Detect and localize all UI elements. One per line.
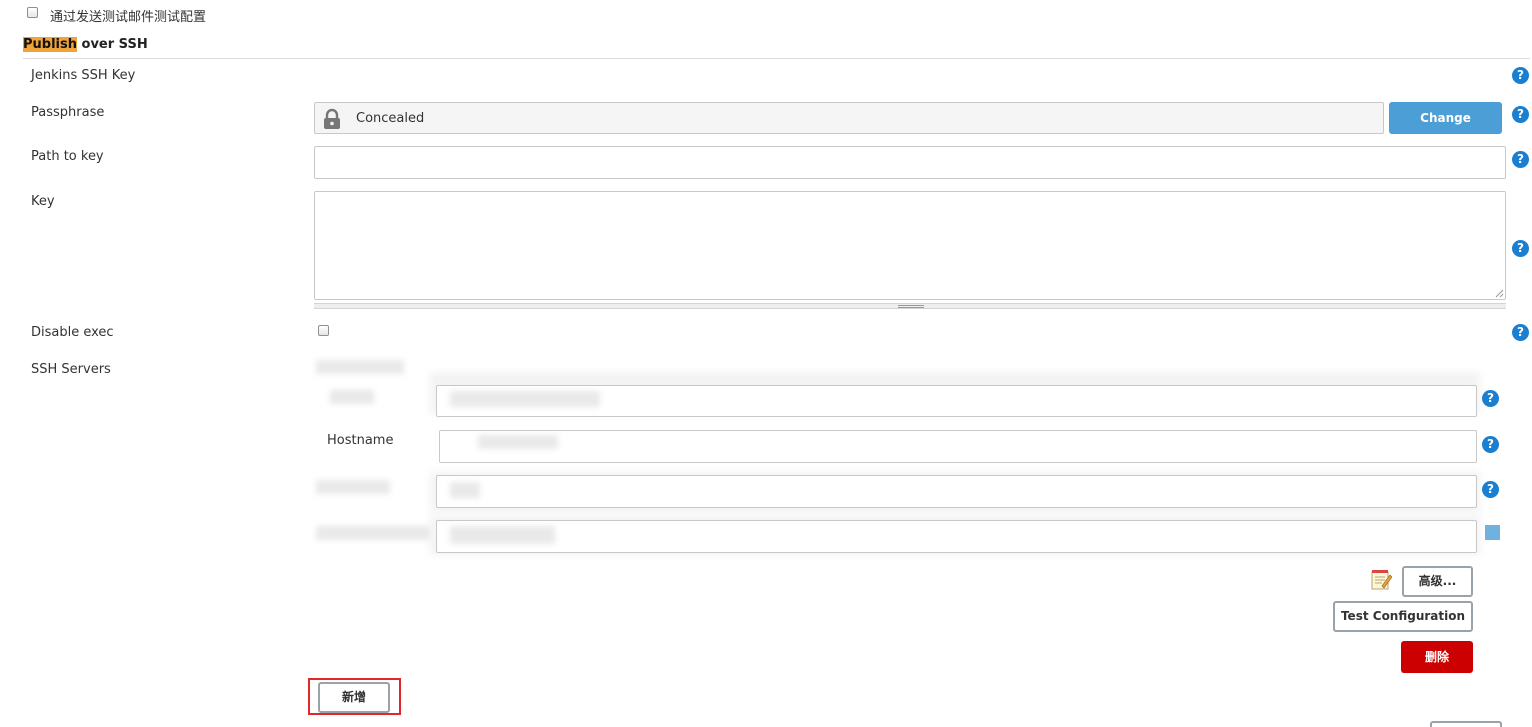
section-title: Publish over SSH (23, 37, 148, 52)
help-icon[interactable]: ? (1482, 390, 1499, 407)
redacted-text (450, 482, 480, 498)
ssh-servers-label: SSH Servers (31, 362, 111, 377)
path-to-key-label: Path to key (31, 149, 104, 164)
add-button[interactable]: 新增 (318, 682, 390, 713)
textarea-resize-handle[interactable] (314, 303, 1506, 309)
partial-button[interactable] (1430, 721, 1502, 727)
help-icon[interactable]: ? (1512, 240, 1529, 257)
redacted-text (330, 390, 374, 404)
redacted-text (316, 480, 390, 494)
disable-exec-label: Disable exec (31, 325, 114, 340)
change-password-button[interactable]: Change Password (1389, 102, 1502, 157)
delete-button[interactable]: 删除 (1401, 641, 1473, 673)
section-divider (23, 58, 1530, 59)
send-test-email-label: 通过发送测试邮件测试配置 (50, 10, 207, 25)
resize-corner-icon[interactable] (1495, 289, 1504, 298)
help-icon[interactable]: ? (1512, 106, 1529, 123)
redacted-text (478, 435, 558, 449)
jenkins-ssh-key-label: Jenkins SSH Key (31, 68, 136, 83)
redacted-text (316, 360, 404, 374)
lock-icon (324, 108, 340, 129)
help-icon[interactable]: ? (1482, 436, 1499, 453)
hostname-input[interactable] (439, 430, 1477, 463)
username-input[interactable] (436, 475, 1477, 508)
help-icon[interactable]: ? (1482, 481, 1499, 498)
help-icon[interactable]: ? (1512, 324, 1529, 341)
section-title-highlight: Publish (23, 37, 77, 52)
send-test-email-checkbox[interactable] (27, 7, 38, 18)
hostname-label: Hostname (327, 433, 394, 448)
passphrase-field[interactable]: Concealed (314, 102, 1384, 134)
help-icon[interactable] (1485, 525, 1500, 540)
redacted-text (450, 526, 555, 544)
disable-exec-checkbox[interactable] (318, 325, 329, 336)
advanced-button[interactable]: 高级... (1402, 566, 1473, 597)
passphrase-value: Concealed (356, 111, 425, 126)
key-textarea[interactable] (314, 191, 1506, 300)
passphrase-label: Passphrase (31, 105, 105, 120)
test-configuration-button[interactable]: Test Configuration (1333, 601, 1473, 632)
notepad-icon[interactable] (1370, 569, 1392, 591)
redacted-text (316, 526, 432, 540)
help-icon[interactable]: ? (1512, 151, 1529, 168)
help-icon[interactable]: ? (1512, 67, 1529, 84)
key-label: Key (31, 194, 55, 209)
remote-directory-input[interactable] (436, 520, 1477, 553)
path-to-key-input[interactable] (314, 146, 1506, 179)
redacted-text (450, 391, 600, 407)
section-title-rest: over SSH (77, 37, 148, 52)
